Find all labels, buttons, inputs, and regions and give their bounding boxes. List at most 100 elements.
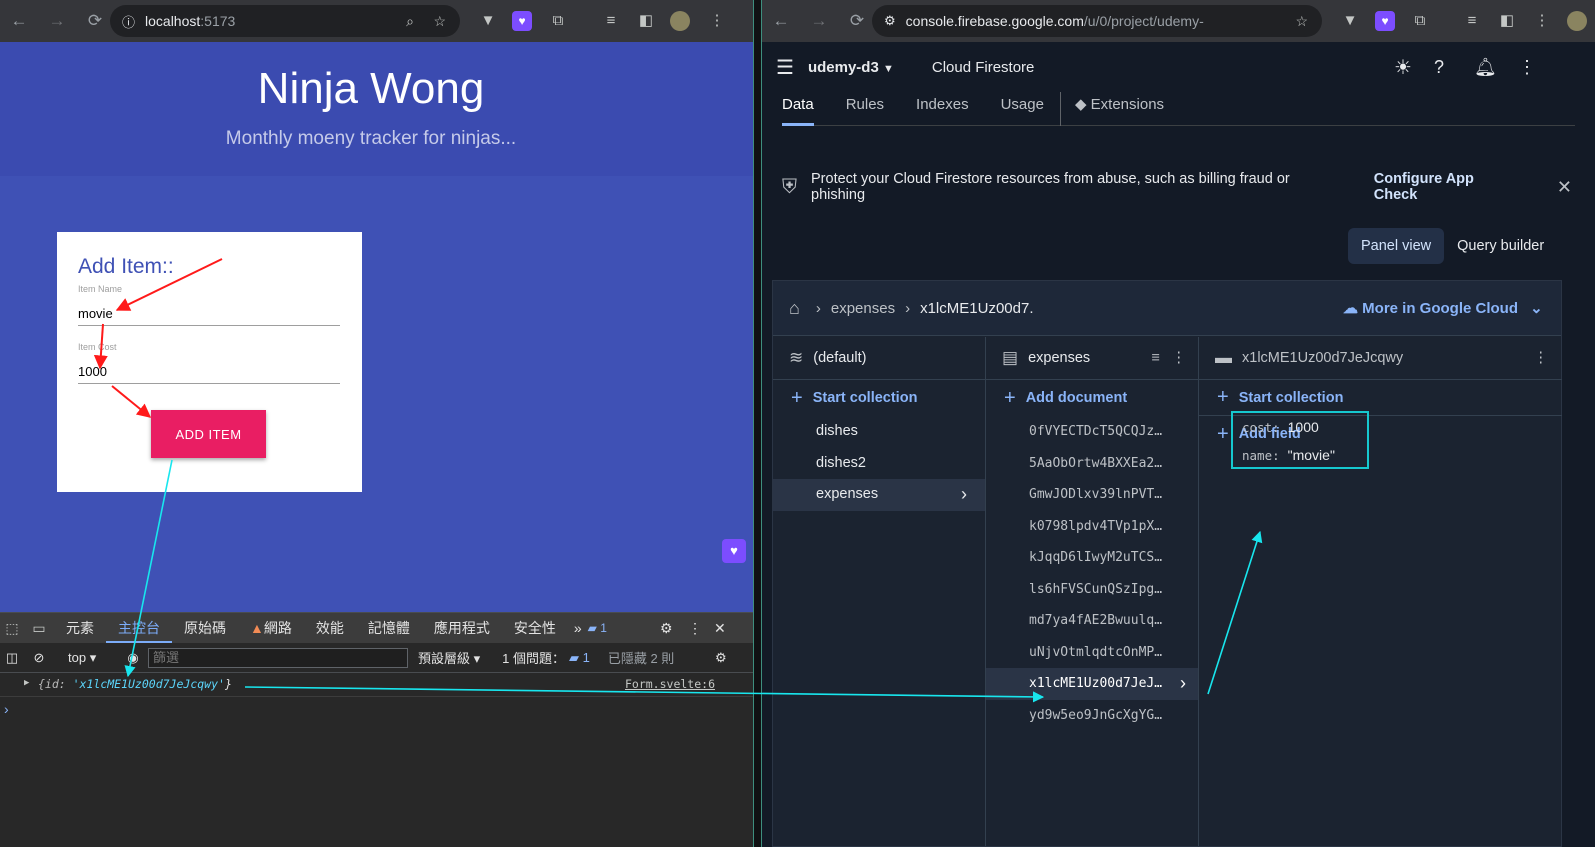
address-bar[interactable]: ⓘ localhost:5173 ⌕ ☆ [110,5,460,37]
media-queue-icon[interactable]: ≡ [1462,11,1482,31]
close-banner-icon[interactable]: ✕ [1557,177,1572,198]
filter-icon[interactable]: ≡ [1152,350,1160,366]
tab-console[interactable]: 主控台 [106,613,172,643]
close-devtools-icon[interactable]: ✕ [714,620,726,637]
query-builder-button[interactable]: Query builder [1444,228,1557,264]
document-menu-icon[interactable]: ⋮ [1534,350,1549,366]
configure-app-check-link[interactable]: Configure App Check [1374,171,1521,203]
collection-item-dishes2[interactable]: dishes2 [773,448,985,480]
collection-item-dishes[interactable]: dishes [773,416,985,448]
tab-rules[interactable]: Rules [846,92,884,126]
document-item[interactable]: md7ya4fAE2Bwuulq… [986,605,1198,637]
log-source-link[interactable]: Form.svelte:6 [625,677,715,691]
project-selector[interactable]: udemy-d3 ▼ [808,59,894,76]
devtools-tabs: ⬚ ▭ 元素 主控台 原始碼 ▲網路 效能 記憶體 應用程式 安全性 » ▰ 1… [0,613,753,643]
inspect-element-icon[interactable]: ⬚ [0,620,24,637]
document-item[interactable]: ls6hFVSCunQSzIpg… [986,574,1198,606]
forward-icon[interactable]: → [38,11,76,31]
field-row-name[interactable]: name: "movie" [1233,441,1367,469]
vue-devtools-icon[interactable]: ▼ [1340,11,1360,31]
issues-link[interactable]: ▰ 1 [569,650,590,666]
site-settings-icon[interactable]: ⚙ [884,13,896,29]
back-icon[interactable]: ← [0,11,38,31]
tab-sources[interactable]: 原始碼 [172,613,238,643]
side-panel-icon[interactable]: ◧ [1497,11,1517,31]
document-item[interactable]: 0fVYECTDcT5QCQJz… [986,416,1198,448]
document-item[interactable]: k0798lpdv4TVp1pX… [986,511,1198,543]
device-toolbar-icon[interactable]: ▭ [24,620,54,637]
settings-icon[interactable]: ⚙ [660,620,673,637]
extension-purple-icon[interactable]: ♥ [1375,11,1395,31]
hamburger-menu-icon[interactable]: ☰ [776,55,794,80]
sidebar-toggle-icon[interactable]: ◫ [0,650,24,666]
log-levels-select[interactable]: 預設層級 ▾ [418,648,480,667]
tab-application[interactable]: 應用程式 [422,613,502,643]
document-item-selected[interactable]: x1lcME1Uz00d7JeJ… › [986,668,1198,700]
collection-item-expenses[interactable]: expenses › [773,479,985,511]
tab-data[interactable]: Data [782,92,814,126]
document-item[interactable]: 5AaObOrtw4BXXEa2… [986,448,1198,480]
tab-memory[interactable]: 記憶體 [356,613,422,643]
context-select[interactable]: top ▾ [68,650,118,666]
extensions-puzzle-icon[interactable]: ⧉ [548,11,568,31]
forward-icon[interactable]: → [800,11,838,31]
console-filter-input[interactable] [148,647,408,668]
profile-avatar[interactable] [670,11,690,31]
more-tabs-icon[interactable]: » [568,620,588,636]
extensions-puzzle-icon[interactable]: ⧉ [1410,11,1430,31]
profile-avatar[interactable] [1567,11,1587,31]
tab-elements[interactable]: 元素 [54,613,106,643]
side-panel-icon[interactable]: ◧ [636,11,656,31]
console-log-entry[interactable]: ▶ {id: 'x1lcME1Uz00d7JeJcqwy'} Form.svel… [0,673,753,697]
more-options-icon[interactable]: ⋮ [1518,57,1536,78]
bookmark-star-icon[interactable]: ☆ [433,13,446,30]
item-cost-input[interactable] [78,352,340,384]
live-expression-icon[interactable]: ◉ [118,650,148,666]
devtools-menu-icon[interactable]: ⋮ [688,620,702,637]
chevron-right-icon: › [1180,673,1186,693]
tab-security[interactable]: 安全性 [502,613,568,643]
floating-extension-icon[interactable]: ♥ [722,539,746,563]
log-id-value: 'x1lcME1Uz00d7JeJcqwy' [72,677,225,691]
tab-extensions[interactable]: ◆ Extensions [1059,92,1164,126]
home-icon[interactable]: ⌂ [789,298,800,319]
breadcrumb-collection[interactable]: expenses [831,300,895,317]
media-queue-icon[interactable]: ≡ [601,11,621,31]
add-document-button[interactable]: + Add document [986,380,1198,416]
panel-view-button[interactable]: Panel view [1348,228,1445,264]
extension-purple-icon[interactable]: ♥ [512,11,532,31]
clear-console-icon[interactable]: ⊘ [24,650,54,666]
address-bar-right[interactable]: ⚙ console.firebase.google.com/u/0/projec… [872,5,1322,37]
document-item[interactable]: kJqqD6lIwyM2uTCS… [986,542,1198,574]
start-collection-button[interactable]: + Start collection [773,380,985,416]
field-row-cost[interactable]: cost: 1000 [1233,413,1367,441]
more-in-google-cloud-button[interactable]: ☁ More in Google Cloud ⌄ [1343,299,1543,317]
notifications-icon[interactable]: 🔔︎ [1474,57,1497,78]
tab-usage[interactable]: Usage [1001,92,1044,126]
zoom-icon[interactable]: ⌕ [406,13,414,30]
back-icon[interactable]: ← [762,11,800,31]
expand-triangle-icon[interactable]: ▶ [24,678,29,688]
collection-menu-icon[interactable]: ⋮ [1172,350,1187,366]
item-name-input[interactable] [78,294,340,326]
theme-toggle-icon[interactable]: ☀ [1394,55,1412,80]
breadcrumb-document[interactable]: x1lcME1Uz00d7. [920,300,1033,317]
reload-icon[interactable]: ⟳ [76,11,114,31]
vue-devtools-icon[interactable]: ▼ [478,11,498,31]
issues-badge[interactable]: ▰ 1 [588,621,607,635]
tab-indexes[interactable]: Indexes [916,92,969,126]
help-icon[interactable]: ? [1434,57,1444,78]
console-settings-icon[interactable]: ⚙ [715,650,727,666]
menu-kebab-icon[interactable]: ⋮ [707,11,727,31]
reload-icon[interactable]: ⟳ [838,11,876,31]
document-item[interactable]: GmwJODlxv39lnPVT… [986,479,1198,511]
site-info-icon[interactable]: ⓘ [122,12,135,31]
console-prompt[interactable]: › [4,701,9,717]
tab-performance[interactable]: 效能 [304,613,356,643]
menu-kebab-icon[interactable]: ⋮ [1532,11,1552,31]
add-item-button[interactable]: ADD ITEM [151,410,266,458]
document-item[interactable]: yd9w5eo9JnGcXgYG… [986,700,1198,732]
tab-network[interactable]: ▲網路 [238,613,304,643]
bookmark-star-icon[interactable]: ☆ [1295,13,1308,30]
document-item[interactable]: uNjvOtmlqdtcOnMP… [986,637,1198,669]
